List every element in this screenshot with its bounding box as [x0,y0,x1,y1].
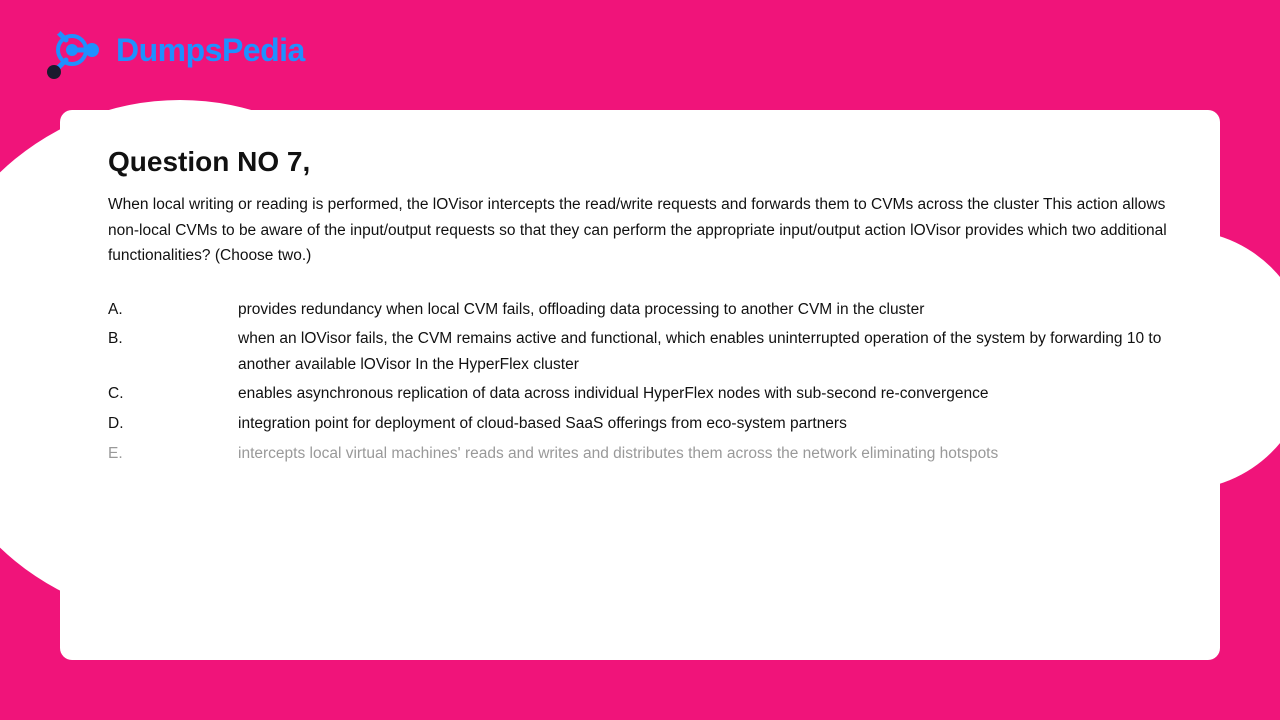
option-a-text: provides redundancy when local CVM fails… [238,297,1172,323]
option-c-label: C. [108,381,238,407]
logo-text-dark: Dumps [116,32,222,68]
content-card: Question NO 7, When local writing or rea… [60,110,1220,660]
option-c-text: enables asynchronous replication of data… [238,381,1172,407]
option-a-label: A. [108,297,238,323]
answer-options: A. provides redundancy when local CVM fa… [108,297,1172,466]
option-c: C. enables asynchronous replication of d… [108,381,1172,407]
logo-text: DumpsPedia [116,32,305,69]
option-d: D. integration point for deployment of c… [108,411,1172,437]
option-b-label: B. [108,326,238,377]
logo: DumpsPedia [40,18,305,82]
option-d-text: integration point for deployment of clou… [238,411,1172,437]
logo-text-blue: Pedia [222,32,305,68]
question-body: When local writing or reading is perform… [108,192,1172,269]
option-e-label: E. [108,441,238,467]
option-b: B. when an lOVisor fails, the CVM remain… [108,326,1172,377]
option-d-label: D. [108,411,238,437]
option-e-text: intercepts local virtual machines' reads… [238,441,1172,467]
option-e: E. intercepts local virtual machines' re… [108,441,1172,467]
header: DumpsPedia [0,0,1280,100]
question-title: Question NO 7, [108,146,1172,178]
logo-icon [40,18,104,82]
option-b-text: when an lOVisor fails, the CVM remains a… [238,326,1172,377]
option-a: A. provides redundancy when local CVM fa… [108,297,1172,323]
